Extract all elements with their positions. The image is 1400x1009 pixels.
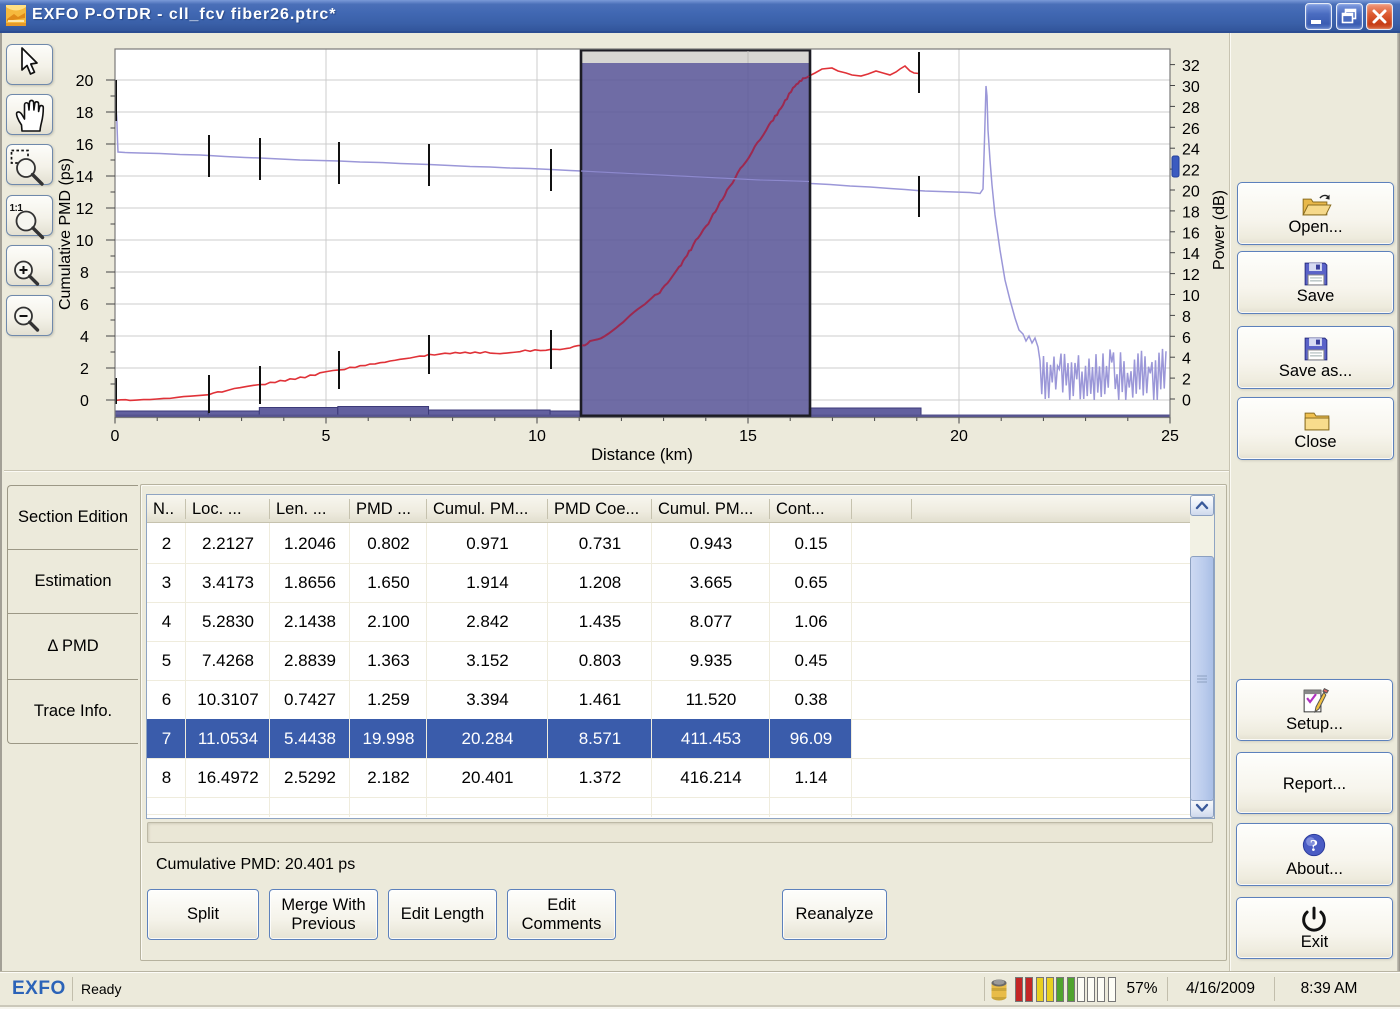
svg-text:10: 10	[1182, 288, 1200, 305]
svg-text:20: 20	[950, 428, 968, 445]
svg-text:2: 2	[80, 361, 89, 378]
svg-text:24: 24	[1182, 142, 1200, 159]
svg-text:0: 0	[80, 393, 89, 410]
svg-text:14: 14	[1182, 246, 1200, 263]
svg-text:0: 0	[1182, 393, 1191, 410]
svg-text:20: 20	[76, 73, 94, 90]
svg-text:15: 15	[739, 428, 757, 445]
svg-text:25: 25	[1161, 428, 1179, 445]
svg-text:6: 6	[1182, 330, 1191, 347]
svg-text:4: 4	[80, 329, 89, 346]
svg-text:16: 16	[1182, 225, 1200, 242]
svg-text:22: 22	[1182, 163, 1200, 180]
svg-text:28: 28	[1182, 100, 1200, 117]
svg-text:Power (dB): Power (dB)	[1211, 190, 1228, 270]
svg-text:2: 2	[1182, 372, 1191, 389]
svg-text:Distance (km): Distance (km)	[591, 446, 693, 464]
svg-text:8: 8	[80, 265, 89, 282]
svg-text:32: 32	[1182, 58, 1200, 75]
svg-text:5: 5	[322, 428, 331, 445]
svg-text:10: 10	[76, 233, 94, 250]
svg-text:?: ?	[1310, 836, 1318, 855]
svg-text:6: 6	[80, 297, 89, 314]
svg-text:12: 12	[76, 201, 94, 218]
svg-text:8: 8	[1182, 309, 1191, 326]
svg-text:Cumulative PMD (ps): Cumulative PMD (ps)	[57, 158, 74, 310]
svg-text:30: 30	[1182, 79, 1200, 96]
svg-text:12: 12	[1182, 267, 1200, 284]
svg-text:18: 18	[76, 105, 94, 122]
svg-text:20: 20	[1182, 184, 1200, 201]
svg-text:16: 16	[76, 137, 94, 154]
svg-text:4: 4	[1182, 351, 1191, 368]
svg-text:26: 26	[1182, 121, 1200, 138]
svg-text:0: 0	[111, 428, 120, 445]
svg-text:18: 18	[1182, 204, 1200, 221]
svg-text:14: 14	[76, 169, 94, 186]
svg-text:10: 10	[528, 428, 546, 445]
